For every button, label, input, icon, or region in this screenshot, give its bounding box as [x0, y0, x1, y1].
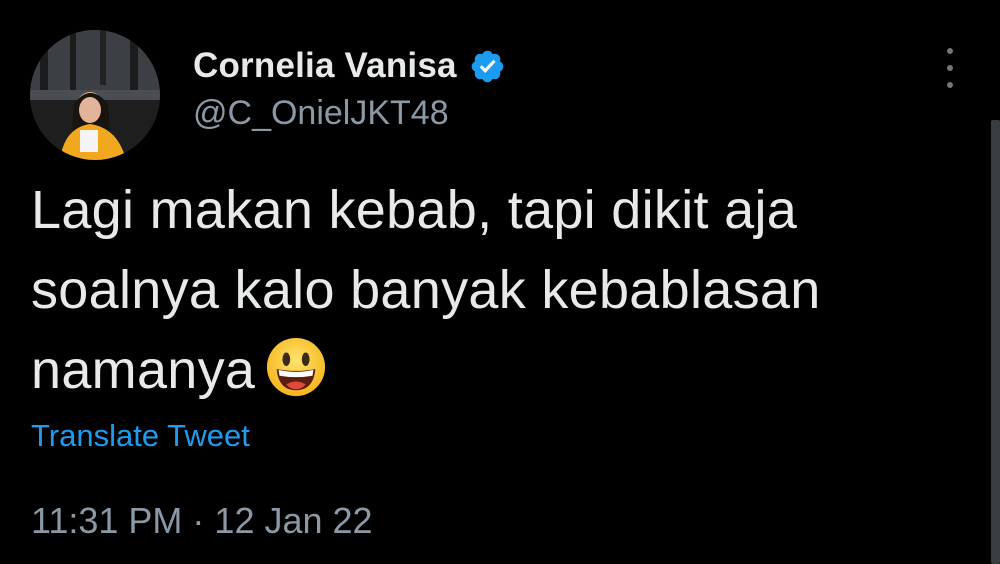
tweet-time: 11:31 PM [31, 500, 183, 541]
tweet-author[interactable]: Cornelia Vanisa @C_OnielJKT48 [193, 44, 506, 133]
author-name-row: Cornelia Vanisa [193, 44, 506, 88]
tweet-text-line-last: namanya [31, 330, 931, 410]
more-vertical-icon-dot [947, 65, 953, 71]
tweet-timestamp[interactable]: 11:31 PM · 12 Jan 22 [31, 500, 373, 542]
display-name[interactable]: Cornelia Vanisa [193, 46, 457, 86]
grinning-face-emoji-icon [265, 336, 327, 398]
scrollbar[interactable] [991, 120, 1000, 564]
tweet-card: Cornelia Vanisa @C_OnielJKT48 Lagi makan… [0, 0, 1000, 564]
tweet-text-line: soalnya kalo banyak kebablasan [31, 260, 821, 320]
tweet-text-word: namanya [31, 340, 256, 400]
avatar[interactable] [30, 30, 160, 160]
tweet-text: Lagi makan kebab, tapi dikit aja soalnya… [31, 170, 931, 410]
more-vertical-icon-dot [947, 82, 953, 88]
tweet-date: 12 Jan 22 [214, 500, 373, 541]
meta-separator: · [192, 500, 205, 541]
tweet-text-line: Lagi makan kebab, tapi dikit aja [31, 180, 798, 240]
more-options-button[interactable] [935, 48, 965, 88]
verified-badge-icon [469, 48, 506, 85]
user-handle[interactable]: @C_OnielJKT48 [193, 94, 506, 133]
avatar-photo [30, 30, 160, 160]
translate-tweet-link[interactable]: Translate Tweet [31, 418, 250, 454]
more-vertical-icon [947, 48, 953, 54]
